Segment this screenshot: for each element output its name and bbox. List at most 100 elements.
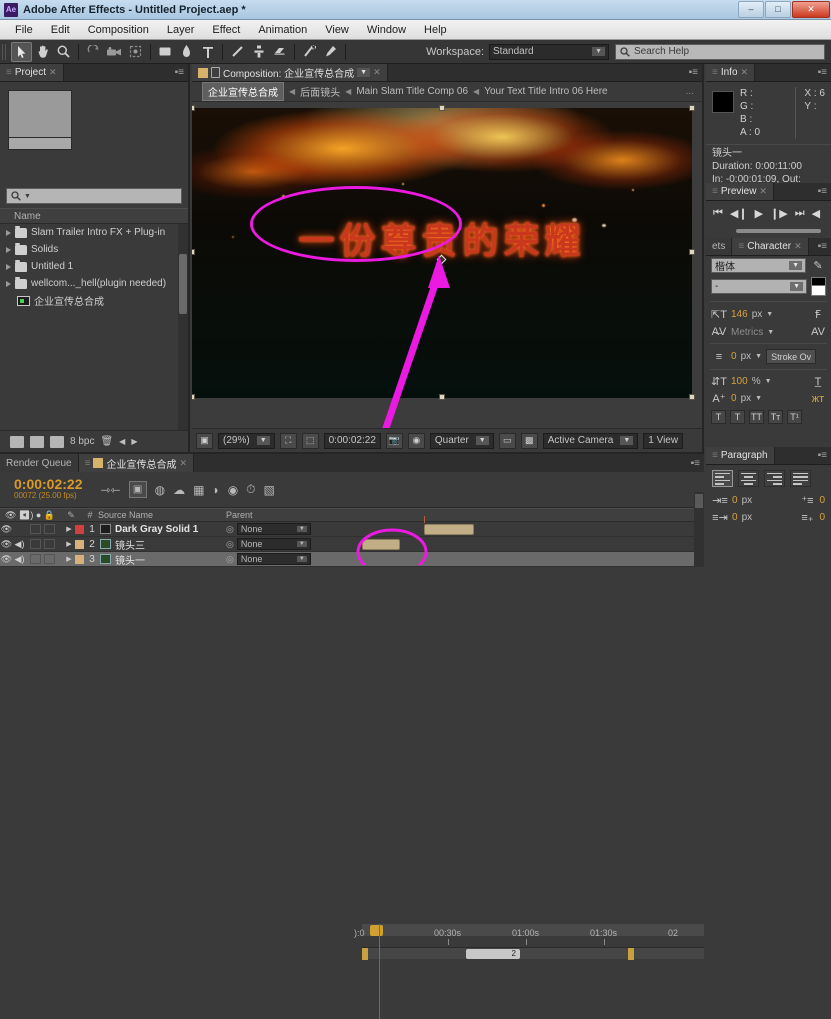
font-style-select[interactable]: - ▼ — [711, 279, 807, 294]
next-frame-icon[interactable]: ❙▶ — [770, 207, 788, 220]
lock-icon[interactable] — [211, 67, 220, 78]
font-family-select[interactable]: 楷体 ▼ — [711, 258, 806, 273]
comp-end-marker[interactable]: 2 — [466, 949, 520, 959]
justify-last-left-button[interactable] — [790, 470, 811, 487]
disclosure-triangle-icon[interactable] — [6, 264, 11, 270]
chevron-down-icon[interactable]: ▼ — [755, 395, 762, 402]
search-help-input[interactable]: Search Help — [615, 44, 825, 60]
breadcrumb-item-3[interactable]: Your Text Title Intro 06 Here — [484, 86, 607, 97]
chevron-down-icon[interactable]: ▼ — [357, 68, 370, 77]
composition-panel-menu[interactable]: ▪≡ — [685, 64, 702, 81]
text-tool-icon[interactable] — [197, 42, 218, 62]
layer-expand-icon[interactable]: ▶ — [63, 525, 75, 533]
menu-composition[interactable]: Composition — [79, 22, 158, 38]
small-caps-button[interactable]: Tᴛ — [768, 410, 783, 424]
parent-select[interactable]: None ▼ — [237, 553, 311, 565]
chevron-down-icon[interactable]: ▼ — [755, 353, 762, 360]
channel-icon[interactable]: ◉ — [408, 433, 425, 449]
draft-3d-icon[interactable]: ▣ — [129, 481, 147, 498]
stroke-width-value[interactable]: 0 — [731, 351, 737, 362]
playhead[interactable] — [379, 924, 380, 1019]
font-size-value[interactable]: 146 — [731, 309, 748, 320]
rotation-tool-icon[interactable] — [83, 42, 104, 62]
close-icon[interactable]: ✕ — [373, 67, 381, 78]
breadcrumb-overflow[interactable]: ... — [686, 86, 702, 97]
layer-visibility-icon[interactable]: 👁 — [0, 554, 13, 565]
indent-first-value[interactable]: 0 — [732, 512, 738, 523]
menu-view[interactable]: View — [316, 22, 358, 38]
tab-preview[interactable]: ≡ Preview ✕ — [706, 183, 774, 200]
layer-visibility-icon[interactable]: 👁 — [0, 539, 13, 550]
layer-expand-icon[interactable]: ▶ — [63, 540, 75, 548]
close-icon[interactable]: ✕ — [179, 458, 187, 469]
toggle-alpha-icon[interactable]: ▣ — [196, 433, 213, 449]
parent-pick-whip-icon[interactable]: ◎ — [226, 554, 234, 565]
selection-tool-icon[interactable] — [11, 42, 32, 62]
selection-handle-bl[interactable] — [192, 394, 195, 400]
layer-solo-toggle[interactable] — [30, 539, 41, 549]
project-scrollbar[interactable] — [178, 224, 188, 430]
project-item-wellcome-hell[interactable]: wellcom..._hell(plugin needed) — [0, 275, 188, 292]
layer-lock-toggle[interactable] — [44, 524, 55, 534]
layer-name-cell[interactable]: Dark Gray Solid 1 — [100, 524, 226, 535]
layer-solo-toggle[interactable] — [30, 554, 41, 564]
close-button[interactable]: ✕ — [792, 1, 830, 18]
layer-visibility-icon[interactable]: 👁 — [0, 524, 13, 535]
pen-tool-icon[interactable] — [176, 42, 197, 62]
live-update-icon[interactable]: ◉ — [228, 483, 238, 497]
bit-depth-label[interactable]: 8 bpc — [70, 436, 94, 447]
selection-handle-tl[interactable] — [192, 105, 195, 111]
layer-solo-toggle[interactable] — [30, 524, 41, 534]
chevron-down-icon[interactable]: ▼ — [767, 329, 774, 336]
parent-select[interactable]: None ▼ — [237, 523, 311, 535]
selection-handle-mr[interactable] — [689, 249, 695, 255]
preview-slider[interactable] — [736, 229, 821, 233]
comp-marker-icon[interactable] — [370, 925, 383, 936]
workspace-select[interactable]: Standard ▼ — [489, 44, 609, 60]
tab-render-queue[interactable]: Render Queue — [0, 454, 79, 472]
horizontal-scale-icon[interactable]: T̲ — [810, 376, 826, 388]
layer-label-color[interactable] — [75, 525, 84, 534]
disclosure-triangle-icon[interactable] — [6, 247, 11, 253]
layer-track-2[interactable] — [362, 522, 704, 537]
view-layout-select[interactable]: 1 View — [643, 433, 683, 449]
layer-name-cell[interactable]: 镜头一 — [100, 552, 226, 567]
parent-select[interactable]: None ▼ — [237, 538, 311, 550]
project-scrollbar-thumb[interactable] — [179, 254, 187, 314]
all-caps-button[interactable]: TT — [749, 410, 764, 424]
selection-handle-bc[interactable] — [439, 394, 445, 400]
new-composition-icon[interactable] — [30, 436, 44, 448]
brainstorm-icon[interactable]: ◗ — [212, 483, 219, 497]
frame-blend-icon[interactable]: ▦ — [193, 483, 204, 497]
hand-tool-icon[interactable] — [32, 42, 53, 62]
puppet-pin-tool-icon[interactable] — [320, 42, 341, 62]
tab-info[interactable]: ≡ Info ✕ — [706, 64, 755, 81]
project-item-main-comp[interactable]: 企业宣传总合成 — [0, 292, 188, 309]
close-icon[interactable]: ✕ — [49, 67, 57, 78]
region-of-interest-icon[interactable]: ▭ — [499, 433, 516, 449]
selection-handle-br[interactable] — [689, 394, 695, 400]
align-center-button[interactable] — [738, 470, 759, 487]
indent-left-value[interactable]: 0 — [732, 495, 738, 506]
superscript-button[interactable]: T¹ — [787, 410, 802, 424]
layer-lock-toggle[interactable] — [44, 539, 55, 549]
clone-stamp-tool-icon[interactable] — [248, 42, 269, 62]
project-item-slam-trailer[interactable]: Slam Trailer Intro FX + Plug-in — [0, 224, 188, 241]
vertical-scale-value[interactable]: 100 — [731, 376, 748, 387]
close-icon[interactable]: ✕ — [794, 241, 802, 252]
menu-effect[interactable]: Effect — [203, 22, 249, 38]
close-icon[interactable]: ✕ — [741, 67, 749, 78]
timeline-scrollbar-thumb[interactable] — [695, 494, 703, 508]
audio-icon[interactable]: ◀ — [812, 207, 820, 220]
work-area-strip[interactable]: 2 — [362, 947, 704, 959]
selection-handle-tc[interactable] — [439, 105, 445, 111]
menu-file[interactable]: File — [6, 22, 42, 38]
zoom-level-select[interactable]: (29%) ▼ — [218, 433, 275, 449]
project-item-untitled-1[interactable]: Untitled 1 — [0, 258, 188, 275]
info-panel-menu[interactable]: ▪≡ — [814, 64, 831, 81]
play-icon[interactable]: ▶ — [755, 207, 763, 220]
selection-handle-ml[interactable] — [192, 249, 195, 255]
breadcrumb-item-0[interactable]: 企业宣传总合成 — [202, 82, 284, 101]
camera-select[interactable]: Active Camera ▼ — [543, 433, 639, 449]
align-left-button[interactable] — [712, 470, 733, 487]
